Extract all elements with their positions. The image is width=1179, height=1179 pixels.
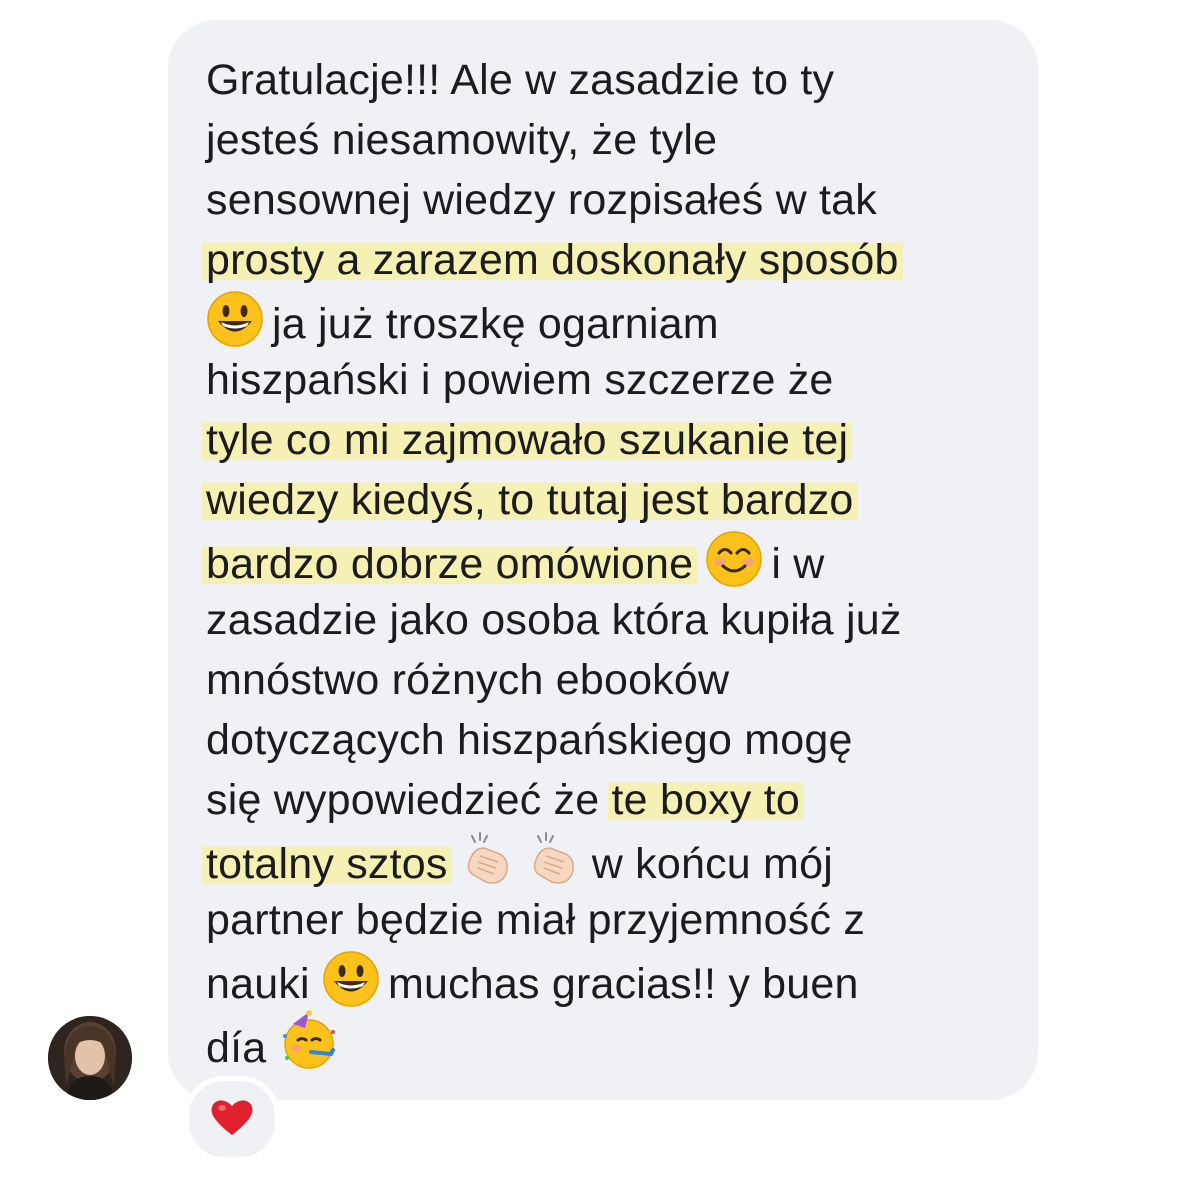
highlighted-text: tyle co mi zajmowało szukanie tej (202, 416, 853, 464)
highlighted-text: prosty a zarazem doskonały sposób (202, 236, 903, 284)
message-line: día (206, 1010, 1006, 1072)
message-text: Gratulacje!!! Ale w zasadzie to ty jeste… (202, 50, 1006, 1072)
message-line: ja już troszkę ogarniam (206, 290, 1006, 350)
user-avatar[interactable] (48, 1016, 132, 1100)
message-line: prosty a zarazem doskonały sposób (202, 230, 1006, 290)
message-line: totalny sztos w końcu mój (202, 830, 1006, 890)
highlighted-text: bardzo dobrze omówione (202, 540, 698, 588)
highlighted-text: totalny sztos (202, 840, 452, 888)
clapping-hands-icon (460, 830, 518, 888)
message-line: Gratulacje!!! Ale w zasadzie to ty (206, 56, 835, 104)
grinning-face-icon (322, 950, 380, 1008)
chat-screen: Gratulacje!!! Ale w zasadzie to ty jeste… (0, 0, 1179, 1179)
message-line: bardzo dobrze omówione i w (202, 530, 1006, 590)
reaction-badge[interactable] (184, 1076, 280, 1162)
message-line: hiszpański i powiem szczerze że (206, 356, 834, 404)
message-line: dotyczących hiszpańskiego mogę (206, 716, 853, 764)
message-line: partner będzie miał przyjemność z (206, 896, 866, 944)
partying-face-icon (279, 1010, 341, 1072)
message-line: sensownej wiedzy rozpisałeś w tak (206, 176, 878, 224)
smiling-face-icon (705, 530, 763, 588)
message-line: tyle co mi zajmowało szukanie tej (202, 410, 1006, 470)
message-line: zasadzie jako osoba która kupiła już (206, 596, 902, 644)
message-line: się wypowiedzieć że te boxy to (206, 770, 1006, 830)
clapping-hands-icon (526, 830, 584, 888)
message-line: nauki muchas gracias!! y buen (206, 950, 1006, 1010)
message-line: mnóstwo różnych ebooków (206, 656, 730, 704)
message-line: wiedzy kiedyś, to tutaj jest bardzo (202, 470, 1006, 530)
highlighted-text: te boxy to (607, 776, 804, 824)
grinning-face-icon (206, 290, 264, 348)
message-line: jesteś niesamowity, że tyle (206, 116, 718, 164)
highlighted-text: wiedzy kiedyś, to tutaj jest bardzo (202, 476, 858, 524)
heart-icon (210, 1097, 254, 1142)
